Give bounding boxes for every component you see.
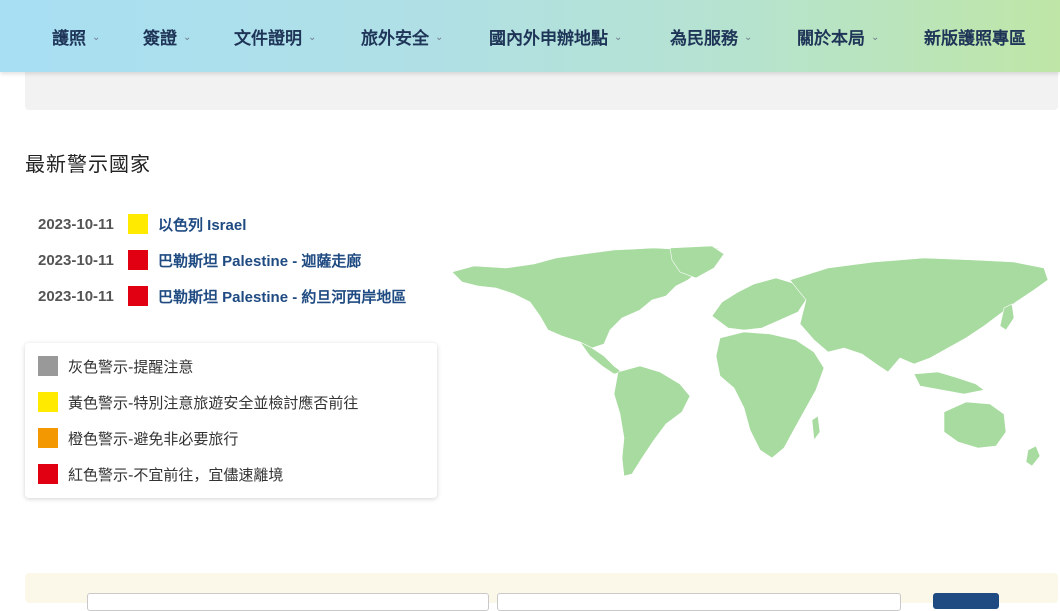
chevron-down-icon: ⌄ <box>435 31 444 43</box>
map-region-australia[interactable] <box>943 401 1007 449</box>
alert-item: 2023-10-11 以色列 Israel <box>38 213 246 235</box>
nav-item-travel-safety[interactable]: 旅外安全 ⌄ <box>361 24 444 49</box>
alert-date: 2023-10-11 <box>38 251 114 269</box>
alert-country-link[interactable]: 巴勒斯坦 Palestine - 迦薩走廊 <box>158 250 361 271</box>
alert-country-link[interactable]: 以色列 Israel <box>158 214 246 235</box>
nav-item-public-service[interactable]: 為民服務 ⌄ <box>670 24 753 49</box>
legend-swatch <box>38 356 58 376</box>
chevron-down-icon: ⌄ <box>92 31 101 43</box>
chevron-down-icon: ⌄ <box>308 31 317 43</box>
map-region-central-america[interactable] <box>579 341 623 375</box>
alert-level-legend: 灰色警示-提醒注意 黃色警示-特別注意旅遊安全並檢討應否前往 橙色警示-避免非必… <box>25 343 437 498</box>
map-region-south-america[interactable] <box>613 365 691 477</box>
legend-label: 黃色警示-特別注意旅遊安全並檢討應否前往 <box>68 393 359 412</box>
chevron-down-icon: ⌄ <box>183 31 192 43</box>
nav-item-label: 旅外安全 <box>361 28 429 49</box>
alert-country-link[interactable]: 巴勒斯坦 Palestine - 約旦河西岸地區 <box>158 286 406 307</box>
map-region-southeast-asia[interactable] <box>913 371 985 395</box>
chevron-down-icon: ⌄ <box>614 31 623 43</box>
legend-swatch <box>38 428 58 448</box>
bottom-search-band <box>25 573 1058 611</box>
nav-item-label: 關於本局 <box>797 28 865 49</box>
bottom-search-button[interactable] <box>933 593 999 609</box>
alert-level-swatch <box>128 214 148 234</box>
alert-item: 2023-10-11 巴勒斯坦 Palestine - 約旦河西岸地區 <box>38 285 406 307</box>
nav-item-passport[interactable]: 護照 ⌄ <box>52 24 101 49</box>
map-land <box>451 245 1049 477</box>
legend-label: 灰色警示-提醒注意 <box>68 357 194 376</box>
legend-label: 紅色警示-不宜前往，宜儘速離境 <box>68 465 284 484</box>
legend-label: 橙色警示-避免非必要旅行 <box>68 429 239 448</box>
nav-item-label: 為民服務 <box>670 28 738 49</box>
legend-item-orange: 橙色警示-避免非必要旅行 <box>38 427 238 449</box>
map-region-africa[interactable] <box>715 331 825 459</box>
legend-swatch <box>38 392 58 412</box>
nav-item-label: 國內外申辦地點 <box>489 28 608 49</box>
alert-item: 2023-10-11 巴勒斯坦 Palestine - 迦薩走廊 <box>38 249 361 271</box>
gray-banner <box>25 72 1058 110</box>
nav-item-locations[interactable]: 國內外申辦地點 ⌄ <box>489 24 623 49</box>
nav-item-new-passport[interactable]: 新版護照專區 <box>924 24 1026 49</box>
alert-date: 2023-10-11 <box>38 215 114 233</box>
nav-item-about[interactable]: 關於本局 ⌄ <box>797 24 880 49</box>
alert-level-swatch <box>128 250 148 270</box>
nav-item-label: 文件證明 <box>234 28 302 49</box>
nav-item-documents[interactable]: 文件證明 ⌄ <box>234 24 317 49</box>
nav-item-label: 新版護照專區 <box>924 28 1026 49</box>
chevron-down-icon: ⌄ <box>871 31 880 43</box>
map-region-europe[interactable] <box>711 277 807 331</box>
map-region-new-zealand[interactable] <box>1025 445 1041 467</box>
world-alert-map[interactable] <box>444 244 1050 480</box>
legend-swatch <box>38 464 58 484</box>
nav-item-visa[interactable]: 簽證 ⌄ <box>143 24 192 49</box>
chevron-down-icon: ⌄ <box>744 31 753 43</box>
section-title: 最新警示國家 <box>25 152 151 176</box>
top-navigation: 護照 ⌄ 簽證 ⌄ 文件證明 ⌄ 旅外安全 ⌄ 國內外申辦地點 ⌄ 為民服務 ⌄… <box>0 0 1060 72</box>
alert-date: 2023-10-11 <box>38 287 114 305</box>
legend-item-red: 紅色警示-不宜前往，宜儘速離境 <box>38 463 283 485</box>
nav-item-label: 簽證 <box>143 28 177 49</box>
nav-item-label: 護照 <box>52 28 86 49</box>
map-region-madagascar[interactable] <box>811 415 821 441</box>
legend-item-yellow: 黃色警示-特別注意旅遊安全並檢討應否前往 <box>38 391 358 413</box>
legend-item-gray: 灰色警示-提醒注意 <box>38 355 193 377</box>
alert-level-swatch <box>128 286 148 306</box>
